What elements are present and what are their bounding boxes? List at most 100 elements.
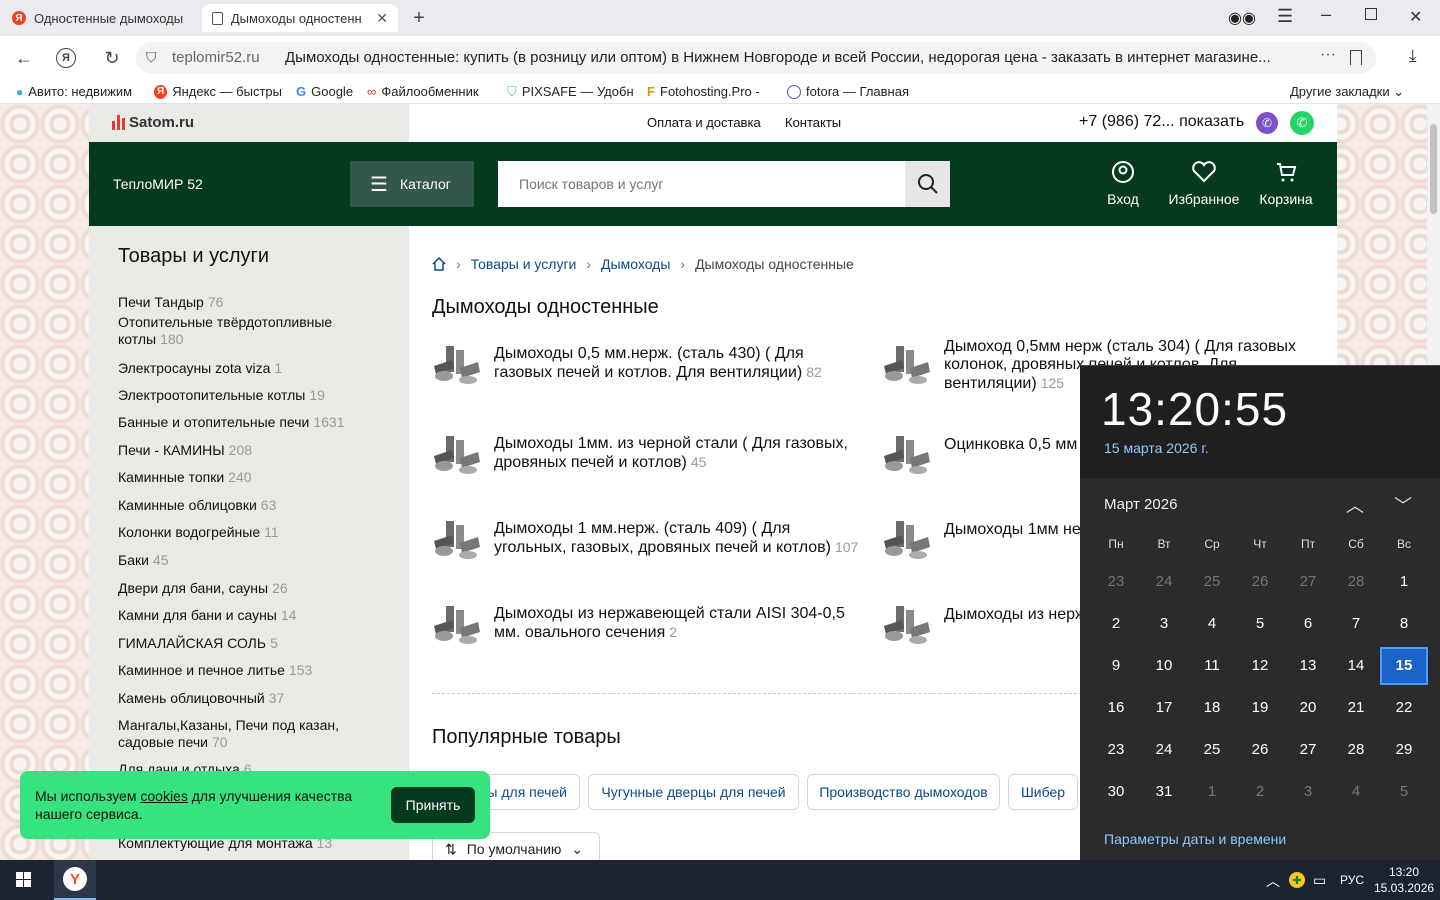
- calendar-day[interactable]: 19: [1238, 699, 1282, 733]
- windows-start-icon[interactable]: [16, 872, 31, 887]
- chevron-up-icon[interactable]: ︿: [1266, 871, 1280, 891]
- calendar-day[interactable]: 6: [1286, 615, 1330, 649]
- calendar-day[interactable]: 4: [1190, 615, 1234, 649]
- subcategory-link[interactable]: Дымоходы 1мм. из черной стали ( Для газо…: [494, 435, 864, 472]
- calendar-day[interactable]: 24: [1142, 573, 1186, 607]
- chimney-pipe-icon[interactable]: [882, 434, 932, 476]
- calendar-day[interactable]: 1: [1382, 573, 1426, 607]
- link-delivery[interactable]: Оплата и доставка: [647, 115, 761, 130]
- bookmark-pixsafe[interactable]: ⛉ PIXSAFE — Удобн: [507, 84, 633, 100]
- company-name[interactable]: ТеплоМИР 52: [113, 176, 203, 192]
- calendar-day[interactable]: 26: [1238, 741, 1282, 775]
- calendar-day[interactable]: 7: [1334, 615, 1378, 649]
- calendar-day[interactable]: 13: [1286, 657, 1330, 691]
- search-input[interactable]: [498, 161, 905, 207]
- more-icon[interactable]: ···: [1320, 46, 1336, 64]
- calendar-day[interactable]: 25: [1190, 741, 1234, 775]
- calendar-day[interactable]: 28: [1334, 741, 1378, 775]
- calendar-day[interactable]: 22: [1382, 699, 1426, 733]
- calendar-day[interactable]: 10: [1142, 657, 1186, 691]
- yandex-home-icon[interactable]: Я: [56, 48, 76, 68]
- tab-1[interactable]: Я Одностенные дымоходы: [2, 4, 198, 32]
- chevron-down-icon[interactable]: ﹀: [1394, 492, 1412, 518]
- calendar-day[interactable]: 31: [1142, 783, 1186, 817]
- sidebar-category[interactable]: Мангалы,Казаны, Печи под казан, садовые …: [118, 717, 368, 751]
- scrollbar-thumb[interactable]: [1430, 124, 1437, 214]
- chip-doors[interactable]: Чугунные дверцы для печей: [588, 774, 799, 810]
- cart-button[interactable]: Корзина: [1256, 160, 1316, 207]
- calendar-day[interactable]: 26: [1238, 573, 1282, 607]
- breadcrumb-link[interactable]: Дымоходы: [601, 256, 670, 272]
- sidebar-category[interactable]: Печи - КАМИНЫ 208: [118, 442, 368, 459]
- network-icon[interactable]: ▭: [1313, 872, 1326, 889]
- calendar-day[interactable]: 23: [1094, 573, 1138, 607]
- sidebar-category[interactable]: Камень облицовочный 37: [118, 690, 368, 707]
- minimize-icon[interactable]: –: [1321, 4, 1331, 25]
- calendar-day[interactable]: 1: [1190, 783, 1234, 817]
- sidebar-category[interactable]: Камни для бани и сауны 14: [118, 607, 368, 624]
- calendar-day[interactable]: 16: [1094, 699, 1138, 733]
- bookmark-fileshare[interactable]: ∞ Файлообменник: [367, 84, 493, 99]
- sidebar-category[interactable]: Каминное и печное литье 153: [118, 662, 368, 679]
- link-contacts[interactable]: Контакты: [785, 115, 841, 130]
- bookmark-yandex[interactable]: Я Яндекс — быстры: [154, 84, 282, 99]
- calendar-day[interactable]: 14: [1334, 657, 1378, 691]
- download-icon[interactable]: ⤓: [1409, 46, 1417, 66]
- chimney-pipe-icon[interactable]: [882, 519, 932, 561]
- new-tab-button[interactable]: +: [408, 7, 430, 29]
- calendar-day[interactable]: 4: [1334, 783, 1378, 817]
- satom-logo[interactable]: Satom.ru: [112, 114, 194, 131]
- sidebar-category[interactable]: Электроотопительные котлы 19: [118, 387, 368, 404]
- chevron-up-icon[interactable]: ︿: [1346, 492, 1364, 518]
- chimney-pipe-icon[interactable]: [432, 604, 482, 646]
- sidebar-category[interactable]: Отопительные твёрдотопливные котлы 180: [118, 314, 368, 348]
- bookmark-icon[interactable]: [1350, 50, 1362, 65]
- catalog-button[interactable]: ☰ Каталог: [350, 161, 474, 207]
- calendar-day[interactable]: 29: [1382, 741, 1426, 775]
- calendar-day[interactable]: 18: [1190, 699, 1234, 733]
- calendar-day[interactable]: 11: [1190, 657, 1234, 691]
- calendar-day[interactable]: 12: [1238, 657, 1282, 691]
- sidebar-category[interactable]: Двери для бани, сауны 26: [118, 580, 368, 597]
- calendar-day[interactable]: 24: [1142, 741, 1186, 775]
- calendar-day[interactable]: 2: [1238, 783, 1282, 817]
- calendar-day[interactable]: 3: [1286, 783, 1330, 817]
- sidebar-category[interactable]: Баки 45: [118, 552, 368, 569]
- language-indicator[interactable]: РУС: [1340, 873, 1364, 887]
- breadcrumb-link[interactable]: Товары и услуги: [471, 256, 577, 272]
- subcategory-link[interactable]: Дымоходы 0,5 мм.нерж. (сталь 430) ( Для …: [494, 345, 864, 382]
- cookie-link[interactable]: cookies: [140, 788, 187, 804]
- chip-chimney[interactable]: Производство дымоходов: [807, 774, 1000, 810]
- clock-date-link[interactable]: 15 марта 2026 г.: [1104, 440, 1209, 456]
- sidebar-category[interactable]: Печи Тандыр 76: [118, 294, 368, 311]
- chip-damper[interactable]: Шибер: [1008, 774, 1078, 810]
- chimney-pipe-icon[interactable]: [882, 344, 932, 386]
- calendar-day[interactable]: 9: [1094, 657, 1138, 691]
- calendar-day-today[interactable]: 15: [1380, 647, 1428, 685]
- close-tab-icon[interactable]: ✕: [376, 10, 388, 27]
- chimney-pipe-icon[interactable]: [432, 434, 482, 476]
- taskbar-clock[interactable]: 13:20 15.03.2026: [1374, 864, 1434, 896]
- calendar-day[interactable]: 3: [1142, 615, 1186, 649]
- reload-icon[interactable]: ↻: [100, 46, 124, 70]
- cookie-accept-button[interactable]: Принять: [391, 787, 475, 823]
- calendar-day[interactable]: 28: [1334, 573, 1378, 607]
- calendar-day[interactable]: 5: [1382, 783, 1426, 817]
- sidebar-category[interactable]: Электросауны zota viza 1: [118, 360, 368, 377]
- calendar-day[interactable]: 2: [1094, 615, 1138, 649]
- bookmark-fotohosting[interactable]: F Fotohosting.Pro -: [647, 84, 773, 99]
- login-button[interactable]: Вход: [1103, 160, 1143, 207]
- sidebar-category[interactable]: Колонки водогрейные 11: [118, 524, 368, 541]
- taskbar-yandex-browser[interactable]: Y: [54, 860, 96, 900]
- menu-icon[interactable]: ☰: [1277, 6, 1293, 27]
- search-button[interactable]: [905, 161, 950, 207]
- bookmark-google[interactable]: G Google: [296, 84, 353, 99]
- bookmark-fotora[interactable]: fotora — Главная: [787, 84, 909, 99]
- viber-icon[interactable]: ✆: [1256, 112, 1278, 134]
- sidebar-category[interactable]: Каминные облицовки 63: [118, 497, 368, 514]
- phone-show[interactable]: +7 (986) 72... показать: [1079, 113, 1244, 131]
- subcategory-link[interactable]: Дымоходы из нержавеющей стали AISI 304-0…: [494, 605, 864, 642]
- calendar-day[interactable]: 5: [1238, 615, 1282, 649]
- tray-app-icon[interactable]: ✚: [1289, 872, 1305, 888]
- sidebar-category[interactable]: Банные и отопительные печи 1631: [118, 414, 368, 431]
